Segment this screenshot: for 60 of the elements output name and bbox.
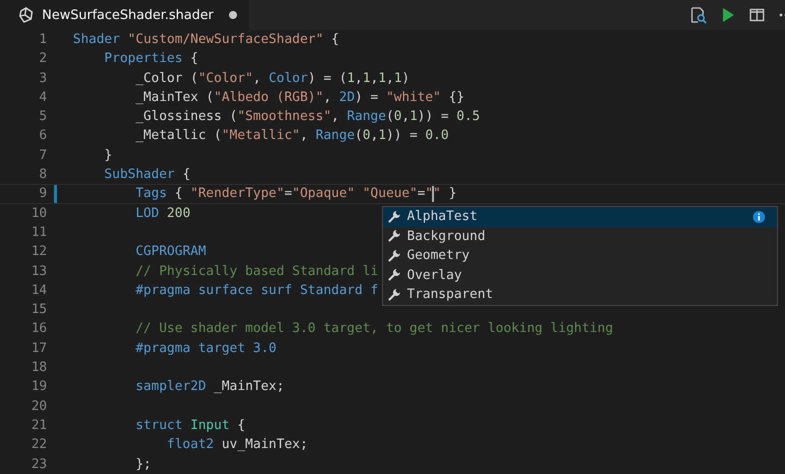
line-number: 1 [38,31,47,49]
code-line: #pragma surface surf Standard f [136,282,378,300]
suggestion-item[interactable]: Transparent [383,285,777,304]
code-line: _Glossiness ("Smoothness", Range(0,1)) = 0.5 [136,108,480,126]
code-line: LOD 200 [136,204,190,223]
code-line: float2 uv_MainTex; [166,436,308,454]
line-number: 14 [30,282,47,300]
wrench-icon [387,229,401,244]
line-number: 21 [30,416,47,435]
code-line: #pragma target 3.0 [136,340,276,358]
line-number: 2 [38,50,47,68]
suggestion-item[interactable]: AlphaTest [383,207,777,226]
line-number: 19 [30,378,47,396]
wrench-icon [387,268,401,282]
run-icon[interactable] [721,7,735,23]
code-line: _Color ("Color", Color) = (1,1,1,1) [136,70,410,88]
code-line: struct Input { [136,416,246,435]
cube-icon [18,7,34,23]
line-number: 20 [30,398,47,416]
line-number: 9 [38,185,47,203]
code-line: // Physically based Standard li [136,262,378,281]
split-editor-icon[interactable] [749,7,765,23]
code-line: _MainTex ("Albedo (RGB)", 2D) = "white" {} [136,88,464,107]
code-line: SubShader { [104,166,190,184]
code-line: } [104,146,112,165]
line-number: 3 [38,70,47,88]
line-number: 23 [30,456,47,474]
code-line: CGPROGRAM [136,243,206,262]
tab-title: NewSurfaceShader.shader [42,8,214,22]
line-number: 6 [38,127,47,146]
line-number: 22 [30,436,47,454]
code-line: Tags { "RenderType"="Opaque" "Queue"="" } [136,185,457,203]
suggestion-item[interactable]: Overlay [383,266,777,285]
line-number: 18 [30,359,47,378]
code-line: Shader "Custom/NewSurfaceShader" { [73,31,340,49]
code-line: // Use shader model 3.0 target, to get nicer looking lighting [136,320,614,338]
line-number: 11 [30,224,47,242]
line-number: 16 [30,320,47,338]
line-number: 5 [38,108,47,126]
suggestion-item[interactable]: Background [383,226,777,246]
line-number: 12 [30,243,47,262]
more-icon[interactable] [779,13,785,17]
line-number: 13 [30,262,47,281]
code-line: _Metallic ("Metallic", Range(0,1)) = 0.0 [136,127,449,146]
line-number: 7 [38,146,47,165]
editor-tab[interactable]: NewSurfaceShader.shader [0,0,250,30]
line-number: 15 [30,301,47,320]
code-line: }; [136,456,152,474]
suggestion-item[interactable]: Geometry [383,246,777,266]
wrench-icon [387,210,401,224]
wrench-icon [387,288,401,302]
code-line: sampler2D _MainTex; [136,378,284,396]
line-number: 17 [30,340,47,358]
wrench-icon [387,248,401,263]
code-line: Properties { [104,50,198,68]
info-icon[interactable] [753,210,765,223]
line-number: 4 [38,88,47,107]
line-number: 8 [38,166,47,184]
preview-search-icon[interactable] [689,6,707,24]
line-number: 10 [30,204,47,223]
